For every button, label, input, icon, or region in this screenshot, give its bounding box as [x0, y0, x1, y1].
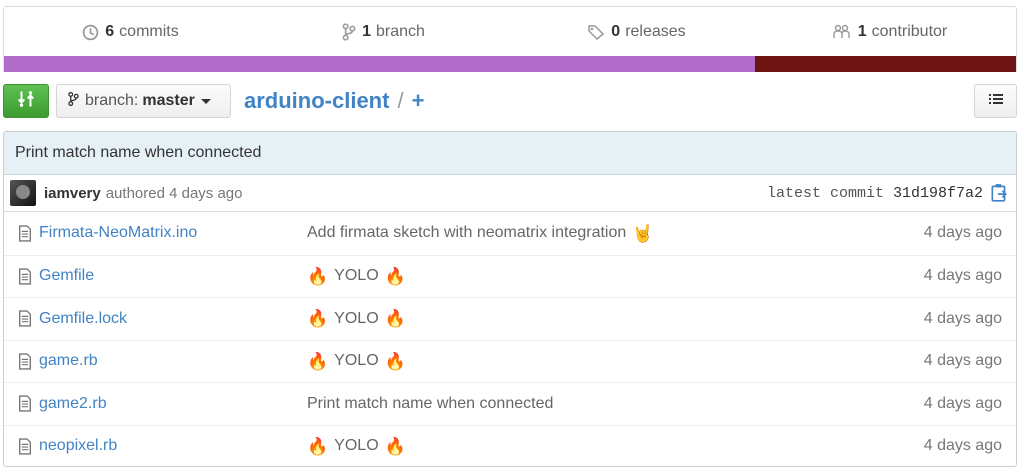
- new-file-button[interactable]: +: [412, 88, 425, 114]
- commit-message[interactable]: 🔥 YOLO 🔥: [307, 352, 896, 370]
- file-name[interactable]: game2.rb: [39, 395, 307, 413]
- branch-icon: [68, 91, 79, 112]
- commits-label: commits: [119, 23, 179, 40]
- commit-age: 4 days ago: [923, 309, 1002, 327]
- releases-count: 0: [611, 23, 621, 40]
- file-icon: [4, 225, 39, 242]
- history-icon: [82, 24, 99, 41]
- commit-message-text: YOLO: [334, 309, 379, 327]
- file-row[interactable]: game.rb 🔥 YOLO 🔥 4 days ago: [4, 339, 1016, 383]
- commits-link[interactable]: 6 commits: [4, 23, 257, 41]
- commit-message-text: Add firmata sketch with neomatrix integr…: [307, 224, 627, 242]
- contributors-label: contributor: [871, 23, 948, 40]
- fire-emoji-icon: 🔥: [384, 309, 406, 329]
- commit-meta: iamvery authored 4 days ago latest commi…: [4, 175, 1016, 212]
- breadcrumb-separator: /: [397, 88, 404, 113]
- commit-message-text: YOLO: [334, 267, 379, 285]
- fire-emoji-icon: 🔥: [307, 309, 329, 329]
- file-row[interactable]: game2.rb Print match name when connected…: [4, 382, 1016, 425]
- releases-label: releases: [625, 23, 686, 40]
- commit-message[interactable]: 🔥 YOLO 🔥: [307, 437, 896, 455]
- file-name[interactable]: Gemfile.lock: [39, 310, 307, 328]
- fire-emoji-icon: 🔥: [384, 351, 406, 371]
- file-icon: [4, 395, 39, 412]
- list-icon: [988, 92, 1004, 111]
- commit-message[interactable]: 🔥 YOLO 🔥: [307, 310, 896, 328]
- file-icon: [4, 268, 39, 285]
- file-name[interactable]: neopixel.rb: [39, 437, 307, 455]
- branch-icon: [342, 23, 356, 41]
- breadcrumb: arduino-client / +: [244, 86, 424, 116]
- commits-count: 6: [105, 23, 115, 40]
- language-segment-2[interactable]: [754, 56, 1016, 72]
- file-list: Print match name when connected iamvery …: [3, 131, 1017, 467]
- commit-authored: authored 4 days ago: [105, 184, 243, 202]
- branches-count: 1: [362, 23, 371, 40]
- commit-age: 4 days ago: [923, 352, 1002, 370]
- branch-value: master: [142, 92, 195, 109]
- file-name[interactable]: game.rb: [39, 352, 307, 370]
- contributors-count: 1: [857, 23, 867, 40]
- fire-emoji-icon: 🔥: [384, 436, 406, 456]
- commit-message[interactable]: 🔥 YOLO 🔥: [307, 267, 896, 285]
- chevron-down-icon: [200, 98, 211, 104]
- file-row[interactable]: Gemfile.lock 🔥 YOLO 🔥 4 days ago: [4, 297, 1016, 340]
- file-row[interactable]: Firmata-NeoMatrix.ino Add firmata sketch…: [4, 212, 1016, 255]
- latest-commit-message[interactable]: Print match name when connected: [4, 132, 1016, 175]
- language-segment-1[interactable]: [4, 56, 755, 72]
- commit-author[interactable]: iamvery: [44, 185, 101, 202]
- commit-message-text: Print match name when connected: [15, 144, 262, 161]
- fire-emoji-icon: 🔥: [384, 266, 406, 286]
- compare-icon: [17, 90, 35, 113]
- latest-commit-sha: latest commit 31d198f7a2: [767, 183, 1008, 203]
- commit-age: 4 days ago: [923, 394, 1002, 412]
- file-row[interactable]: Gemfile 🔥 YOLO 🔥 4 days ago: [4, 254, 1016, 298]
- commit-age: 4 days ago: [923, 224, 1002, 242]
- tag-icon: [587, 24, 605, 40]
- repo-summary: 6 commits 1 branch 0 releases 1 contribu…: [3, 6, 1017, 72]
- contributors-link[interactable]: 1 contributor: [763, 23, 1016, 41]
- commit-message[interactable]: Print match name when connected: [307, 395, 896, 413]
- latest-commit-label: latest commit: [766, 184, 884, 202]
- file-icon: [4, 438, 39, 455]
- clipboard-icon[interactable]: [990, 183, 1008, 203]
- commit-message-text: Print match name when connected: [307, 394, 554, 412]
- commit-message-text: YOLO: [334, 437, 379, 455]
- people-icon: [832, 24, 852, 40]
- file-row[interactable]: neopixel.rb 🔥 YOLO 🔥 4 days ago: [4, 424, 1016, 467]
- file-icon: [4, 310, 39, 327]
- language-bar[interactable]: [4, 56, 1016, 72]
- file-name[interactable]: Gemfile: [39, 267, 307, 285]
- releases-link[interactable]: 0 releases: [510, 23, 763, 41]
- branches-label: branch: [375, 23, 425, 40]
- avatar[interactable]: [10, 180, 36, 206]
- commit-age: 4 days ago: [923, 267, 1002, 285]
- file-icon: [4, 353, 39, 370]
- fire-emoji-icon: 🔥: [307, 351, 329, 371]
- branch-label: branch:: [85, 92, 139, 109]
- commit-age: 4 days ago: [923, 437, 1002, 455]
- fire-emoji-icon: 🔥: [307, 266, 329, 286]
- fire-emoji-icon: 🔥: [307, 436, 329, 456]
- list-view-button[interactable]: [974, 84, 1017, 118]
- commit-message-text: YOLO: [334, 352, 379, 370]
- commit-message[interactable]: Add firmata sketch with neomatrix integr…: [307, 224, 896, 242]
- branch-select[interactable]: branch: master: [56, 84, 231, 118]
- commit-sha[interactable]: 31d198f7a2: [893, 185, 983, 202]
- rock-hand-emoji-icon: 🤘: [632, 223, 654, 243]
- breadcrumb-repo[interactable]: arduino-client: [244, 88, 389, 114]
- compare-button[interactable]: [3, 84, 49, 118]
- file-name[interactable]: Firmata-NeoMatrix.ino: [39, 224, 307, 242]
- branches-link[interactable]: 1 branch: [257, 23, 510, 41]
